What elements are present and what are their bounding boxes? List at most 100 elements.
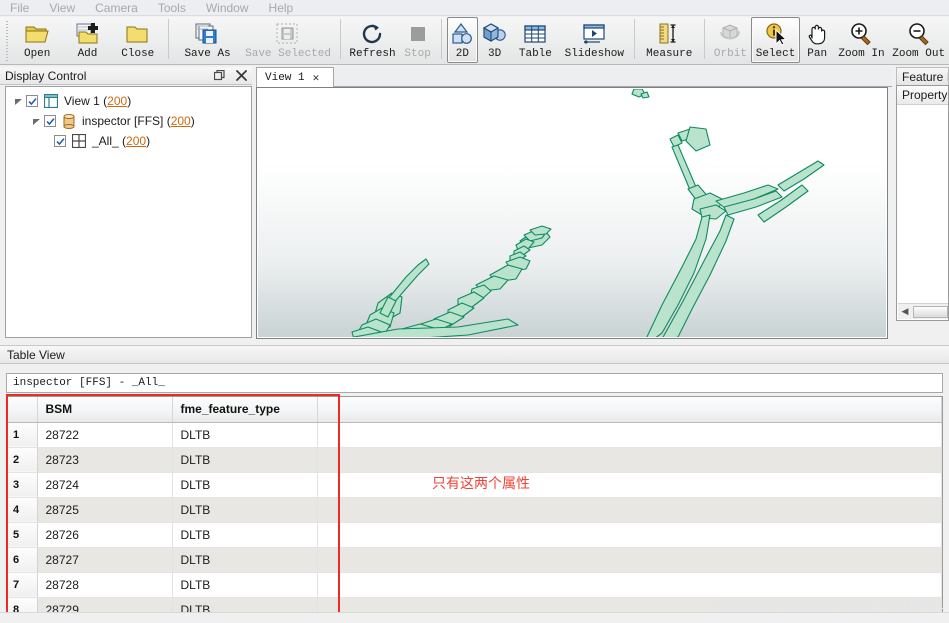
column-header-bsm[interactable]: BSM [37,397,173,423]
feature-information-column-header[interactable]: Property [897,86,948,105]
expander-icon[interactable] [30,115,42,127]
toolbar-button-add[interactable]: Add [62,17,112,63]
table-row[interactable]: 6 28727 DLTB [7,547,942,573]
toolbar-button-measure[interactable]: Measure [640,17,699,63]
status-strip [0,612,949,623]
folder-close-icon [125,21,151,47]
save-selected-icon [274,21,302,47]
cell-fme-feature-type[interactable]: DLTB [172,422,318,448]
table-row[interactable]: 1 28722 DLTB [7,422,942,448]
checkbox-inspector[interactable] [44,115,56,127]
toolbar-button-pan[interactable]: Pan [800,17,835,63]
tree-item-view-1[interactable]: View 1 (200) [6,91,251,111]
slideshow-icon [581,21,607,47]
toolbar-button-save-as[interactable]: Save As [174,17,242,63]
toolbar-button-zoom-in[interactable]: Zoom In [835,17,889,63]
select-cursor-icon [763,21,789,47]
tree-count-all[interactable]: 200 [126,134,146,148]
graphics-view-area: View 1 ✕ [256,67,892,341]
scrollbar-thumb[interactable] [913,305,948,318]
tab-view-1[interactable]: View 1 ✕ [256,67,334,87]
toolbar-button-3d[interactable]: 3D [478,17,511,63]
tree-item-inspector[interactable]: inspector [FFS] (200) [6,111,251,131]
cell-bsm[interactable]: 28723 [37,447,173,473]
menu-item-help[interactable]: Help [259,0,304,16]
toolbar-button-slideshow[interactable]: Slideshow [560,17,629,63]
geometry-layer [351,89,825,337]
property-column-label: Property [902,88,948,102]
toolbar-button-orbit[interactable]: Orbit [710,17,752,63]
tree-item-all[interactable]: _All_ (200) [6,131,251,151]
watermark-text: https://blog.csdn.net/qq_43316411 [716,598,945,613]
tree-label-view-1: View 1 (200) [64,94,131,108]
table-row[interactable]: 5 28726 DLTB [7,522,942,548]
tree-count-view-1[interactable]: 200 [107,94,127,108]
scroll-left-icon[interactable]: ◀ [898,305,912,319]
column-header-rownum[interactable] [7,397,38,423]
toolbar-button-refresh[interactable]: Refresh [346,17,400,63]
cell-bsm[interactable]: 28724 [37,472,173,498]
cell-bsm[interactable]: 28725 [37,497,173,523]
tree-label-all: _All_ (200) [92,134,150,148]
cell-empty[interactable] [317,572,942,598]
toolbar-separator [633,19,635,59]
cell-bsm[interactable]: 28722 [37,422,173,448]
cell-bsm[interactable]: 28728 [37,572,173,598]
feature-information-tab[interactable]: Feature I [896,67,949,85]
cell-empty[interactable] [317,497,942,523]
close-icon[interactable] [235,68,248,82]
cell-empty[interactable] [317,447,942,473]
toolbar-button-zoom-out[interactable]: Zoom Out [888,17,949,63]
cell-fme-feature-type[interactable]: DLTB [172,472,318,498]
table-row[interactable]: 7 28728 DLTB [7,572,942,598]
cell-fme-feature-type[interactable]: DLTB [172,497,318,523]
toolbar-button-close[interactable]: Close [113,17,163,63]
toolbar-button-table[interactable]: Table [511,17,560,63]
feature-information-panel: Feature I Property ◀ [896,67,949,341]
cell-fme-feature-type[interactable]: DLTB [172,572,318,598]
expander-icon[interactable] [12,95,24,107]
cell-fme-feature-type[interactable]: DLTB [172,522,318,548]
table-view-breadcrumb[interactable]: inspector [FFS] - _All_ [6,373,943,393]
zoom-in-icon [848,21,874,47]
table-row[interactable]: 2 28723 DLTB [7,447,942,473]
cell-bsm[interactable]: 28726 [37,522,173,548]
cell-bsm[interactable]: 28727 [37,547,173,573]
menu-item-tools[interactable]: Tools [148,0,196,16]
menu-item-file[interactable]: File [0,0,39,16]
map-canvas[interactable] [258,89,886,337]
tab-view-1-label: View 1 [265,71,305,84]
column-header-fme-feature-type[interactable]: fme_feature_type [172,397,318,423]
column-header-empty[interactable] [317,397,942,423]
float-icon[interactable] [213,68,226,82]
toolbar-label-select: Select [755,48,796,60]
toolbar-separator [703,19,705,59]
table-row[interactable]: 4 28725 DLTB [7,497,942,523]
toolbar-button-save-selected[interactable]: Save Selected [241,17,334,63]
cell-fme-feature-type[interactable]: DLTB [172,447,318,473]
row-number: 3 [7,472,38,498]
map-canvas-frame[interactable] [256,87,888,339]
attribute-grid[interactable]: BSM fme_feature_type 1 28722 DLTB 2 2872 [6,396,943,618]
menu-item-view[interactable]: View [39,0,85,16]
cell-empty[interactable] [317,422,942,448]
toolbar-button-stop[interactable]: Stop [399,17,436,63]
toolbar-label-measure: Measure [646,48,693,60]
cell-empty[interactable] [317,472,942,498]
checkbox-all[interactable] [54,135,66,147]
menu-item-camera[interactable]: Camera [85,0,148,16]
toolbar-grip[interactable] [4,19,11,61]
close-icon[interactable]: ✕ [313,71,320,85]
cell-empty[interactable] [317,547,942,573]
refresh-icon [360,21,384,47]
row-number: 4 [7,497,38,523]
toolbar-button-select[interactable]: Select [751,17,800,63]
tree-count-inspector[interactable]: 200 [171,114,191,128]
cell-fme-feature-type[interactable]: DLTB [172,547,318,573]
menu-item-window[interactable]: Window [196,0,259,16]
toolbar-button-2d[interactable]: 2D [446,17,479,63]
checkbox-view-1[interactable] [26,95,38,107]
cell-empty[interactable] [317,522,942,548]
toolbar-button-open[interactable]: Open [12,17,62,63]
feature-information-hscrollbar[interactable]: ◀ [898,303,948,319]
